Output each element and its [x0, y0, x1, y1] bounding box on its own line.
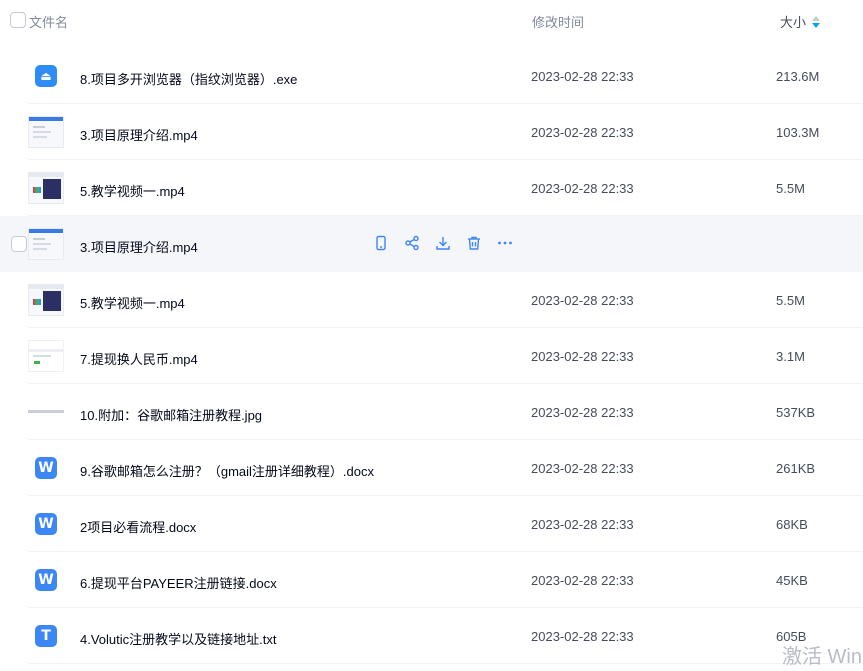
file-row[interactable]: W 2项目必看流程.docx 2023-02-28 22:33 68KB [0, 496, 863, 552]
file-row[interactable]: 10.附加：谷歌邮箱注册教程.jpg 2023-02-28 22:33 537KB [0, 384, 863, 440]
file-icon-wrapper: ⏏ [28, 58, 64, 94]
row-checkbox[interactable] [11, 236, 27, 252]
video-thumbnail-icon [28, 116, 64, 148]
file-name[interactable]: 9.谷歌邮箱怎么注册？（gmail注册详细教程）.docx [80, 461, 374, 480]
file-name[interactable]: 6.提现平台PAYEER注册链接.docx [80, 573, 277, 592]
file-icon-wrapper: W [28, 506, 64, 542]
activation-watermark: 激活 Win [782, 646, 862, 668]
phone-icon[interactable] [372, 234, 390, 252]
file-list-header: 文件名 修改时间 大小 [0, 0, 863, 40]
file-icon-wrapper [28, 170, 64, 206]
file-row[interactable]: 5.教学视频一.mp4 2023-02-28 22:33 5.5M [0, 160, 863, 216]
file-size: 45KB [776, 573, 808, 588]
file-icon-wrapper: T [28, 618, 64, 654]
file-name[interactable]: 7.提现换人民币.mp4 [80, 349, 198, 368]
video-thumbnail-icon [28, 340, 64, 372]
file-name[interactable]: 5.教学视频一.mp4 [80, 293, 185, 312]
image-thumbnail-icon [28, 410, 64, 413]
file-size: 5.5M [776, 293, 805, 308]
more-icon[interactable] [496, 234, 514, 252]
file-icon-wrapper: W [28, 562, 64, 598]
file-row[interactable]: T 4.Volutic注册教学以及链接地址.txt 2023-02-28 22:33… [0, 608, 863, 664]
file-modified-time: 2023-02-28 22:33 [531, 405, 634, 420]
column-header-time[interactable]: 修改时间 [532, 12, 584, 31]
file-size: 3.1M [776, 349, 805, 364]
file-icon-wrapper [28, 394, 64, 430]
sort-icon[interactable] [812, 15, 821, 29]
video-thumbnail-icon [28, 284, 64, 316]
file-size: 5.5M [776, 181, 805, 196]
column-header-name[interactable]: 文件名 [29, 12, 68, 31]
file-row[interactable]: W 6.提现平台PAYEER注册链接.docx 2023-02-28 22:33 45… [0, 552, 863, 608]
file-modified-time: 2023-02-28 22:33 [531, 573, 634, 588]
file-size: 213.6M [776, 69, 820, 84]
file-modified-time: 2023-02-28 22:33 [531, 517, 634, 532]
file-row[interactable]: 7.提现换人民币.mp4 2023-02-28 22:33 3.1M [0, 328, 863, 384]
video-thumbnail-icon [28, 228, 64, 260]
file-icon-wrapper: W [28, 450, 64, 486]
file-icon-wrapper [28, 226, 64, 262]
file-modified-time: 2023-02-28 22:33 [531, 69, 634, 84]
file-row[interactable]: 5.教学视频一.mp4 2023-02-28 22:33 5.5M [0, 272, 863, 328]
file-icon-wrapper [28, 114, 64, 150]
file-name[interactable]: 4.Volutic注册教学以及链接地址.txt [80, 629, 276, 648]
file-size: 537KB [776, 405, 816, 420]
word-file-icon: W [35, 513, 57, 535]
file-size: 261KB [776, 461, 816, 476]
video-thumbnail-icon [28, 172, 64, 204]
share-icon[interactable] [403, 234, 421, 252]
file-modified-time: 2023-02-28 22:33 [531, 461, 634, 476]
file-row[interactable]: W 9.谷歌邮箱怎么注册？（gmail注册详细教程）.docx 2023-02-28… [0, 440, 863, 496]
file-modified-time: 2023-02-28 22:33 [531, 125, 634, 140]
file-name[interactable]: 10.附加：谷歌邮箱注册教程.jpg [80, 405, 262, 424]
file-row[interactable]: ⏏ 8.项目多开浏览器（指纹浏览器）.exe 2023-02-28 22:33 213… [0, 48, 863, 104]
row-actions [372, 234, 514, 252]
file-modified-time: 2023-02-28 22:33 [531, 181, 634, 196]
file-size: 103.3M [776, 125, 820, 140]
file-name[interactable]: 3.项目原理介绍.mp4 [80, 237, 198, 256]
file-modified-time: 2023-02-28 22:33 [531, 629, 634, 644]
file-modified-time: 2023-02-28 22:33 [531, 293, 634, 308]
exe-file-icon: ⏏ [35, 65, 57, 87]
column-header-size-label: 大小 [780, 15, 807, 30]
select-all-checkbox[interactable] [10, 12, 26, 28]
file-icon-wrapper [28, 338, 64, 374]
file-row[interactable]: 3.项目原理介绍.mp4 2023-02-28 22:33 103.3M [0, 104, 863, 160]
text-file-icon: T [35, 625, 57, 647]
column-header-size[interactable]: 大小 [780, 12, 821, 31]
file-row[interactable]: 3.项目原理介绍.mp4 [0, 216, 863, 272]
file-name[interactable]: 3.项目原理介绍.mp4 [80, 125, 198, 144]
word-file-icon: W [35, 569, 57, 591]
word-file-icon: W [35, 457, 57, 479]
file-modified-time: 2023-02-28 22:33 [531, 349, 634, 364]
delete-icon[interactable] [465, 234, 483, 252]
file-name[interactable]: 2项目必看流程.docx [80, 517, 196, 536]
file-name[interactable]: 5.教学视频一.mp4 [80, 181, 185, 200]
file-icon-wrapper [28, 282, 64, 318]
file-size: 68KB [776, 517, 808, 532]
download-icon[interactable] [434, 234, 452, 252]
row-divider [28, 663, 863, 664]
file-name[interactable]: 8.项目多开浏览器（指纹浏览器）.exe [80, 69, 297, 88]
